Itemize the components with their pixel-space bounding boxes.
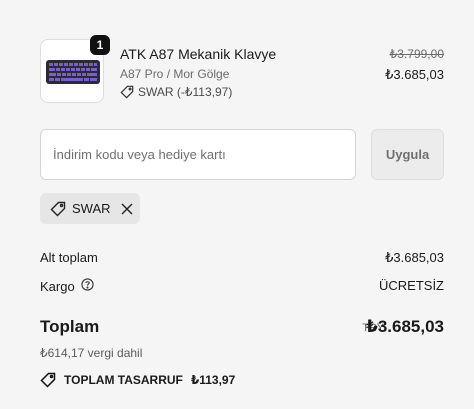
total-label: Toplam bbox=[40, 317, 100, 336]
total-savings: TOPLAM TASARRUF ₺113,97 bbox=[40, 372, 235, 388]
shipping-label: Kargo bbox=[40, 278, 75, 294]
product-discount-label: SWAR (-₺113,97) bbox=[138, 85, 233, 99]
apply-button[interactable]: Uygula bbox=[371, 129, 444, 180]
total-value: ₺3.685,03 bbox=[365, 317, 444, 336]
help-circle-icon[interactable] bbox=[81, 278, 94, 294]
applied-discount-chip: SWAR bbox=[40, 193, 140, 224]
original-price: ₺3.799,00 bbox=[389, 47, 444, 61]
shipping-value: ÜCRETSİZ bbox=[379, 278, 444, 293]
close-icon[interactable] bbox=[121, 203, 133, 215]
subtotal-value: ₺3.685,03 bbox=[385, 250, 444, 265]
savings-value: ₺113,97 bbox=[190, 373, 236, 387]
product-price: ₺3.685,03 bbox=[385, 67, 444, 82]
tax-note: ₺614,17 vergi dahil bbox=[40, 346, 143, 360]
quantity-badge: 1 bbox=[90, 35, 110, 55]
product-discount: SWAR (-₺113,97) bbox=[120, 85, 232, 99]
tag-icon bbox=[120, 85, 134, 99]
applied-code-label: SWAR bbox=[72, 201, 111, 216]
tag-icon bbox=[50, 201, 66, 216]
product-variant: A87 Pro / Mor Gölge bbox=[120, 67, 230, 81]
keyboard-image bbox=[46, 60, 100, 84]
product-name: ATK A87 Mekanik Klavye bbox=[120, 46, 277, 62]
subtotal-label: Alt toplam bbox=[40, 250, 98, 265]
tag-icon bbox=[40, 372, 56, 388]
shipping-row: Kargo bbox=[40, 278, 94, 294]
discount-code-input[interactable] bbox=[40, 129, 356, 180]
savings-label: TOPLAM TASARRUF bbox=[64, 373, 183, 387]
